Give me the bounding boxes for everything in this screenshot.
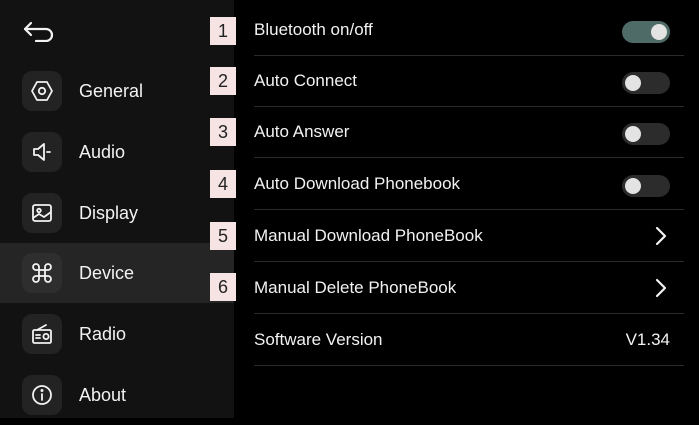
settings-panel: Bluetooth on/off Auto Connect Auto Answe… — [234, 0, 699, 418]
software-version-value: V1.34 — [625, 330, 670, 349]
callout-badge: 2 — [210, 67, 236, 95]
toggle-knob — [625, 126, 641, 142]
toggle-knob — [625, 178, 641, 194]
bluetooth-toggle[interactable] — [622, 21, 670, 43]
callout-badge: 4 — [210, 170, 236, 198]
setting-row-auto-download-phonebook[interactable]: Auto Download Phonebook — [254, 158, 684, 210]
auto-answer-toggle[interactable] — [622, 123, 670, 145]
sidebar-item-radio[interactable]: Radio — [0, 304, 234, 364]
back-button[interactable] — [22, 16, 62, 46]
sidebar-item-label: General — [79, 80, 144, 101]
callout-badge: 3 — [210, 118, 236, 146]
callout-badge: 5 — [210, 222, 236, 250]
hexagon-settings-icon — [22, 71, 62, 111]
auto-download-phonebook-toggle[interactable] — [622, 175, 670, 197]
chevron-right-icon — [655, 278, 667, 298]
auto-connect-toggle[interactable] — [622, 72, 670, 94]
sidebar-item-label: Audio — [79, 141, 126, 162]
sidebar-item-general[interactable]: General — [0, 61, 234, 121]
sidebar-item-label: Device — [79, 262, 135, 283]
sidebar-item-display[interactable]: Display — [0, 183, 234, 243]
divider — [254, 365, 684, 366]
setting-label: Software Version — [254, 330, 383, 349]
setting-label: Auto Connect — [254, 71, 358, 90]
speaker-icon — [22, 132, 62, 172]
setting-row-auto-connect[interactable]: Auto Connect — [254, 55, 684, 107]
setting-row-software-version: Software Version V1.34 — [254, 314, 684, 366]
setting-row-manual-delete-phonebook[interactable]: Manual Delete PhoneBook — [254, 262, 684, 314]
image-icon — [22, 193, 62, 233]
sidebar-item-device[interactable]: Device — [0, 243, 234, 303]
radio-icon — [22, 314, 62, 354]
setting-row-auto-answer[interactable]: Auto Answer — [254, 106, 684, 158]
chevron-right-icon — [655, 226, 667, 246]
sidebar: General Audio Display Device Radio About — [0, 0, 234, 418]
setting-label: Bluetooth on/off — [254, 20, 373, 39]
setting-label: Auto Answer — [254, 122, 350, 141]
callout-badge: 6 — [210, 273, 236, 301]
command-key-icon — [22, 253, 62, 293]
back-arrow-icon — [23, 21, 54, 42]
toggle-knob — [651, 24, 667, 40]
info-icon — [22, 375, 62, 415]
setting-label: Manual Delete PhoneBook — [254, 278, 457, 297]
device-settings-screen: General Audio Display Device Radio About… — [0, 0, 699, 418]
sidebar-item-label: About — [79, 384, 127, 405]
sidebar-item-audio[interactable]: Audio — [0, 122, 234, 182]
toggle-knob — [625, 75, 641, 91]
setting-row-bluetooth[interactable]: Bluetooth on/off — [254, 4, 684, 56]
setting-label: Manual Download PhoneBook — [254, 226, 483, 245]
sidebar-item-label: Radio — [79, 323, 127, 344]
setting-label: Auto Download Phonebook — [254, 174, 461, 193]
setting-row-manual-download-phonebook[interactable]: Manual Download PhoneBook — [254, 210, 684, 262]
callout-badge: 1 — [210, 17, 236, 45]
sidebar-item-about[interactable]: About — [0, 365, 234, 425]
sidebar-item-label: Display — [79, 202, 139, 223]
